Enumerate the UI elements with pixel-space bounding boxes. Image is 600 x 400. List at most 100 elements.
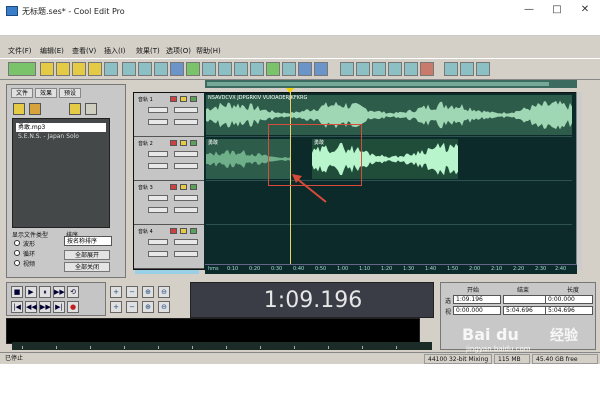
play-to-end-button[interactable]: ▶▶: [53, 286, 65, 298]
zoom-out-vertical-icon[interactable]: −: [126, 301, 138, 313]
pan-field[interactable]: [174, 151, 198, 157]
horizontal-scrollbar[interactable]: [205, 80, 577, 88]
snap-button[interactable]: [250, 62, 264, 76]
volume-field[interactable]: [148, 195, 168, 201]
zoom-full-icon[interactable]: ⊕: [142, 286, 154, 298]
copy-button[interactable]: [138, 62, 152, 76]
menu-effects[interactable]: 效果(T): [136, 46, 160, 56]
time-ruler[interactable]: hms 0:10 0:20 0:30 0:40 0:50 1:00 1:10 1…: [205, 264, 577, 274]
volume-field[interactable]: [148, 239, 168, 245]
close-file-button[interactable]: [104, 62, 118, 76]
input-field[interactable]: [148, 207, 168, 213]
scroll-thumb[interactable]: [207, 82, 549, 86]
fast-forward-button[interactable]: ▶▶: [39, 301, 51, 313]
mute-button[interactable]: [190, 228, 197, 234]
sel-start-field[interactable]: 1:09.196: [453, 295, 501, 304]
input-field[interactable]: [148, 119, 168, 125]
record-arm-button[interactable]: [170, 140, 177, 146]
tab-presets[interactable]: 预设: [59, 88, 81, 98]
output-field[interactable]: [174, 207, 198, 213]
cd-button[interactable]: [460, 62, 474, 76]
solo-button[interactable]: [180, 96, 187, 102]
zoom-left-icon[interactable]: ⊕: [142, 301, 154, 313]
reverb-button[interactable]: [314, 62, 328, 76]
track-lane-2[interactable]: 勇敢 勇敢: [206, 137, 572, 181]
waveform-checkbox[interactable]: [14, 240, 20, 246]
solo-button[interactable]: [180, 228, 187, 234]
list-item[interactable]: 勇敢.mp3: [16, 123, 106, 132]
audio-clip[interactable]: NSAVDCVX JDPGRKIV VUIOAOERJKFKRG: [206, 95, 572, 135]
tab-effects[interactable]: 效果: [35, 88, 57, 98]
save-all-button[interactable]: [88, 62, 102, 76]
tab-files[interactable]: 文件: [11, 88, 33, 98]
solo-button[interactable]: [180, 184, 187, 190]
mute-button[interactable]: [190, 184, 197, 190]
cue-button[interactable]: [444, 62, 458, 76]
track-lane-1[interactable]: NSAVDCVX JDPGRKIV VUIOAOERJKFKRG: [206, 93, 572, 137]
cut-button[interactable]: [122, 62, 136, 76]
view-length-field[interactable]: 5:04.696: [545, 306, 593, 315]
envelope-button[interactable]: [234, 62, 248, 76]
stop-button[interactable]: ■: [11, 286, 23, 298]
lock-button[interactable]: [372, 62, 386, 76]
close-button[interactable]: ✕: [574, 2, 596, 18]
import-icon[interactable]: [29, 103, 41, 115]
group-button[interactable]: [388, 62, 402, 76]
record-button[interactable]: ●: [67, 301, 79, 313]
record-arm-button[interactable]: [170, 228, 177, 234]
open-file-button[interactable]: [56, 62, 70, 76]
new-file-button[interactable]: [40, 62, 54, 76]
go-to-start-button[interactable]: |◀: [11, 301, 23, 313]
merge-button[interactable]: [356, 62, 370, 76]
save-file-button[interactable]: [72, 62, 86, 76]
mix-paste-button[interactable]: [170, 62, 184, 76]
metronome-button[interactable]: [476, 62, 490, 76]
split-button[interactable]: [340, 62, 354, 76]
minimize-button[interactable]: —: [518, 2, 540, 18]
zoom-in-icon[interactable]: +: [110, 286, 122, 298]
vertical-scrollbar[interactable]: [576, 92, 582, 270]
zoom-selection-icon[interactable]: ⊖: [158, 286, 170, 298]
hybrid-tool-button[interactable]: [218, 62, 232, 76]
open-icon[interactable]: [13, 103, 25, 115]
align-button[interactable]: [404, 62, 418, 76]
adjust-button[interactable]: [420, 62, 434, 76]
mixdown-button[interactable]: [266, 62, 280, 76]
input-field[interactable]: [148, 163, 168, 169]
menu-edit[interactable]: 编辑(E): [40, 46, 64, 56]
video-checkbox[interactable]: [14, 260, 20, 266]
solo-button[interactable]: [180, 140, 187, 146]
menu-help[interactable]: 帮助(H): [196, 46, 221, 56]
go-to-end-button[interactable]: ▶|: [53, 301, 65, 313]
mute-button[interactable]: [190, 96, 197, 102]
expand-all-button[interactable]: 全部展开: [64, 250, 110, 260]
output-field[interactable]: [174, 251, 198, 257]
paste-button[interactable]: [154, 62, 168, 76]
zoom-right-icon[interactable]: ⊖: [158, 301, 170, 313]
zoom-in-vertical-icon[interactable]: +: [110, 301, 122, 313]
volume-field[interactable]: [148, 107, 168, 113]
record-arm-button[interactable]: [170, 184, 177, 190]
loop-button[interactable]: [282, 62, 296, 76]
toggle-view-button[interactable]: [8, 62, 36, 76]
sort-select[interactable]: 按名称排序: [64, 236, 112, 246]
volume-field[interactable]: [148, 151, 168, 157]
collapse-all-button[interactable]: 全部关闭: [64, 262, 110, 272]
sel-length-field[interactable]: 0:00.000: [545, 295, 593, 304]
track-lane-4[interactable]: [206, 225, 572, 269]
loop-checkbox[interactable]: [14, 250, 20, 256]
pan-field[interactable]: [174, 107, 198, 113]
time-select-button[interactable]: [186, 62, 200, 76]
sel-end-field[interactable]: [503, 295, 551, 304]
menu-view[interactable]: 查看(V): [72, 46, 96, 56]
menu-file[interactable]: 文件(F): [8, 46, 32, 56]
maximize-button[interactable]: □: [546, 2, 568, 18]
move-copy-button[interactable]: [202, 62, 216, 76]
play-button[interactable]: ▶: [25, 286, 37, 298]
rewind-button[interactable]: ◀◀: [25, 301, 37, 313]
menu-insert[interactable]: 插入(I): [104, 46, 126, 56]
input-field[interactable]: [148, 251, 168, 257]
loop-play-button[interactable]: ⟲: [67, 286, 79, 298]
zoom-out-icon[interactable]: −: [126, 286, 138, 298]
record-arm-button[interactable]: [170, 96, 177, 102]
